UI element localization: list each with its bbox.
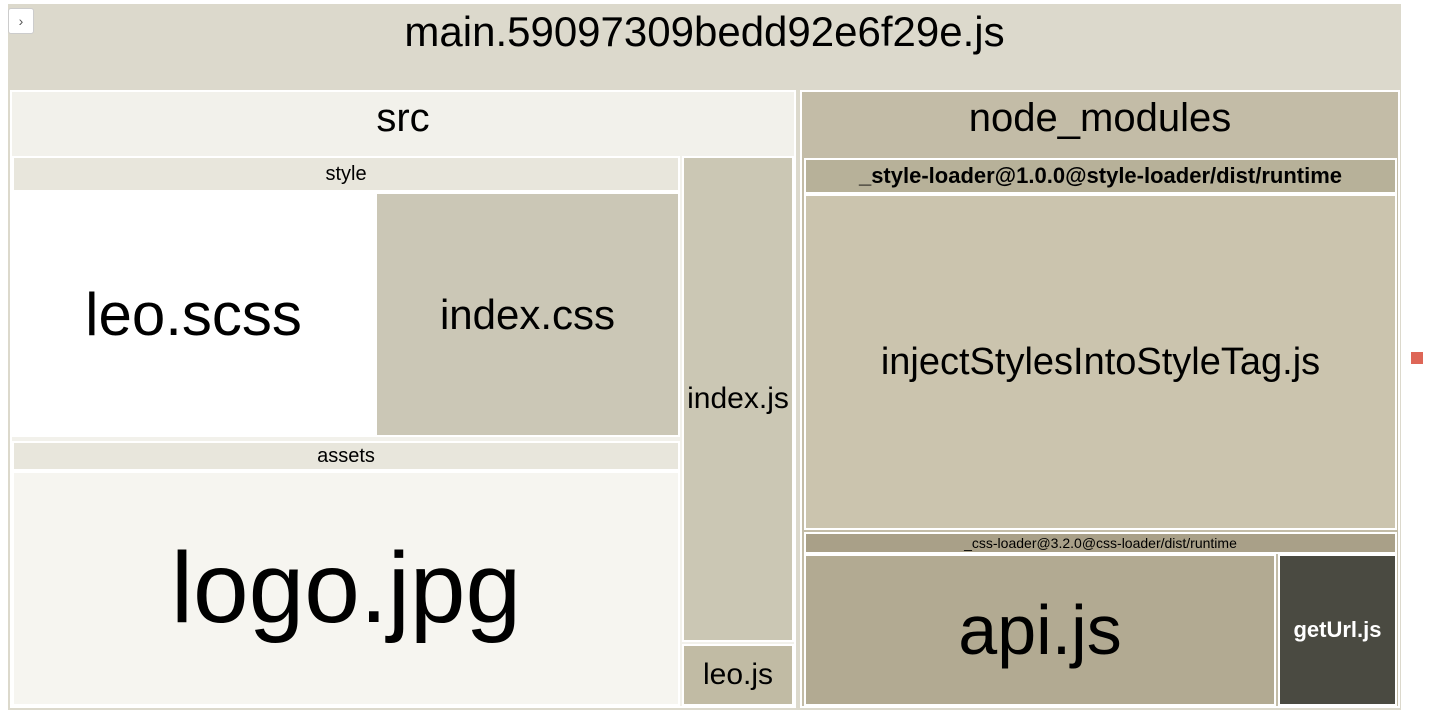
treemap-node-leo-js[interactable]: leo.js — [682, 644, 794, 706]
css-loader-label: _css-loader@3.2.0@css-loader/dist/runtim… — [964, 535, 1237, 551]
assets-label: assets — [317, 445, 375, 468]
treemap-node-style-loader-header[interactable]: _style-loader@1.0.0@style-loader/dist/ru… — [804, 158, 1397, 194]
minimap-marker — [1411, 352, 1423, 364]
leo-js-label: leo.js — [703, 658, 773, 692]
treemap-node-index-js[interactable]: index.js — [682, 156, 794, 642]
style-loader-label: _style-loader@1.0.0@style-loader/dist/ru… — [859, 163, 1342, 189]
treemap-node-api-js[interactable]: api.js — [804, 554, 1276, 706]
treemap-node-assets-header[interactable]: assets — [12, 441, 680, 471]
index-css-label: index.css — [440, 291, 615, 339]
chevron-right-icon: › — [19, 13, 24, 29]
treemap-node-index-css[interactable]: index.css — [375, 192, 680, 437]
treemap-node-leo-scss[interactable]: leo.scss — [12, 192, 375, 437]
logo-jpg-label: logo.jpg — [171, 531, 521, 646]
bundle-title: main.59097309bedd92e6f29e.js — [404, 8, 1004, 56]
inject-styles-label: injectStylesIntoStyleTag.js — [881, 341, 1320, 384]
index-js-label: index.js — [687, 382, 789, 416]
toggle-sidebar-button[interactable]: › — [8, 8, 34, 34]
geturl-js-label: getUrl.js — [1293, 617, 1381, 643]
api-js-label: api.js — [958, 590, 1121, 670]
treemap-node-inject-styles[interactable]: injectStylesIntoStyleTag.js — [804, 194, 1397, 530]
treemap-node-geturl-js[interactable]: getUrl.js — [1278, 554, 1397, 706]
style-label: style — [325, 163, 366, 186]
src-label: src — [376, 96, 429, 141]
leo-scss-label: leo.scss — [85, 280, 302, 349]
treemap-node-logo-jpg[interactable]: logo.jpg — [12, 471, 680, 706]
treemap-node-css-loader-header[interactable]: _css-loader@3.2.0@css-loader/dist/runtim… — [804, 532, 1397, 554]
node-modules-label: node_modules — [969, 96, 1231, 141]
treemap-node-style-header[interactable]: style — [12, 156, 680, 192]
